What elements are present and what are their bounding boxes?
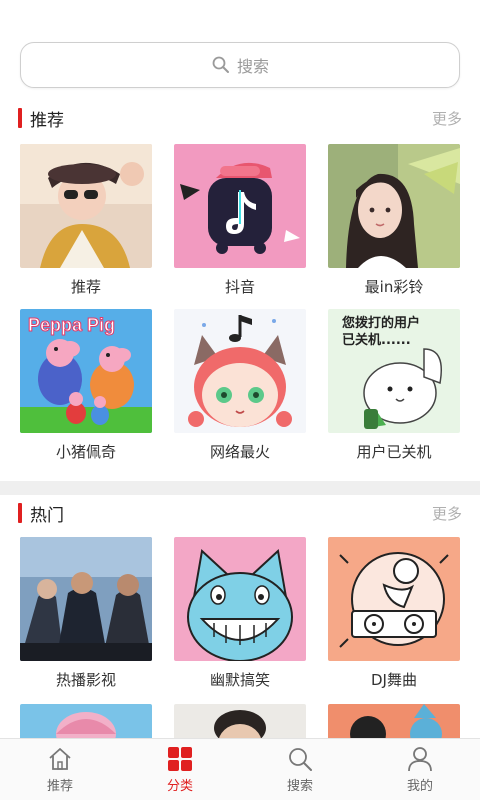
tile-caption: 小猪佩奇: [55, 443, 116, 461]
category-icon: [168, 747, 192, 771]
search-input[interactable]: 搜索: [20, 42, 460, 88]
tab-mine[interactable]: 我的: [360, 739, 480, 800]
meme-text: 您拨打的用户已关机......: [342, 316, 421, 348]
tile-caption: 最in彩铃: [364, 278, 424, 296]
category-tile-funny[interactable]: 幽默搞笑: [174, 537, 306, 690]
tile-caption: 网络最火: [209, 443, 270, 461]
category-tile-dj[interactable]: DJ舞曲: [328, 537, 460, 690]
user-icon: [408, 747, 432, 772]
tile-thumbnail: Peppa Pig: [20, 309, 152, 433]
category-tile-hot-ringtones[interactable]: 最in彩铃: [328, 144, 460, 297]
tile-caption: 用户已关机: [356, 443, 432, 461]
tab-recommend[interactable]: 推荐: [0, 739, 120, 800]
search-icon: [212, 56, 229, 73]
tab-search[interactable]: 搜索: [240, 739, 360, 800]
hot-title: 热门: [30, 505, 64, 526]
recommend-more-link[interactable]: 更多: [432, 108, 462, 129]
section-marker: [18, 108, 22, 128]
bottom-tab-bar: 推荐 分类 搜索 我的: [0, 738, 480, 800]
tile-thumbnail: [328, 144, 460, 268]
tile-caption: 抖音: [224, 278, 255, 296]
tab-label: 我的: [406, 779, 433, 794]
category-tile-internet-hits[interactable]: 网络最火: [174, 309, 306, 462]
hot-header: 热门 更多: [18, 500, 462, 526]
category-tile-peppa[interactable]: Peppa Pig 小猪佩奇: [20, 309, 152, 462]
tile-thumbnail: 您拨打的用户已关机......: [328, 309, 460, 433]
tile-thumbnail: [20, 144, 152, 268]
tile-thumbnail: [174, 144, 306, 268]
search-bar[interactable]: 搜索: [20, 42, 460, 88]
home-icon: [49, 748, 71, 770]
search-icon: [289, 748, 312, 771]
tile-thumbnail: [328, 537, 460, 661]
category-tile-hot-tv[interactable]: 热播影视: [20, 537, 152, 690]
tile-thumbnail: [20, 537, 152, 661]
tile-caption: 热播影视: [55, 671, 116, 689]
recommend-title: 推荐: [30, 110, 64, 131]
recommend-header: 推荐 更多: [18, 105, 462, 131]
category-tile-recommend[interactable]: 推荐: [20, 144, 152, 297]
tab-label: 搜索: [286, 779, 313, 794]
tile-thumbnail: [174, 537, 306, 661]
tab-category[interactable]: 分类: [120, 739, 240, 800]
tile-thumbnail: [174, 309, 306, 433]
tab-label: 推荐: [46, 779, 73, 794]
search-placeholder: 搜索: [236, 57, 269, 76]
category-tile-douyin[interactable]: 抖音: [174, 144, 306, 297]
section-marker: [18, 503, 22, 523]
tile-caption: 推荐: [70, 278, 101, 296]
peppa-logo-text: Peppa Pig: [28, 315, 115, 335]
section-divider: [0, 481, 480, 495]
tile-caption: DJ舞曲: [371, 671, 417, 689]
hot-more-link[interactable]: 更多: [432, 503, 462, 524]
tile-caption: 幽默搞笑: [209, 671, 270, 689]
category-tile-user-offline[interactable]: 您拨打的用户已关机...... 用户已关机: [328, 309, 460, 462]
tab-label: 分类: [166, 779, 193, 794]
